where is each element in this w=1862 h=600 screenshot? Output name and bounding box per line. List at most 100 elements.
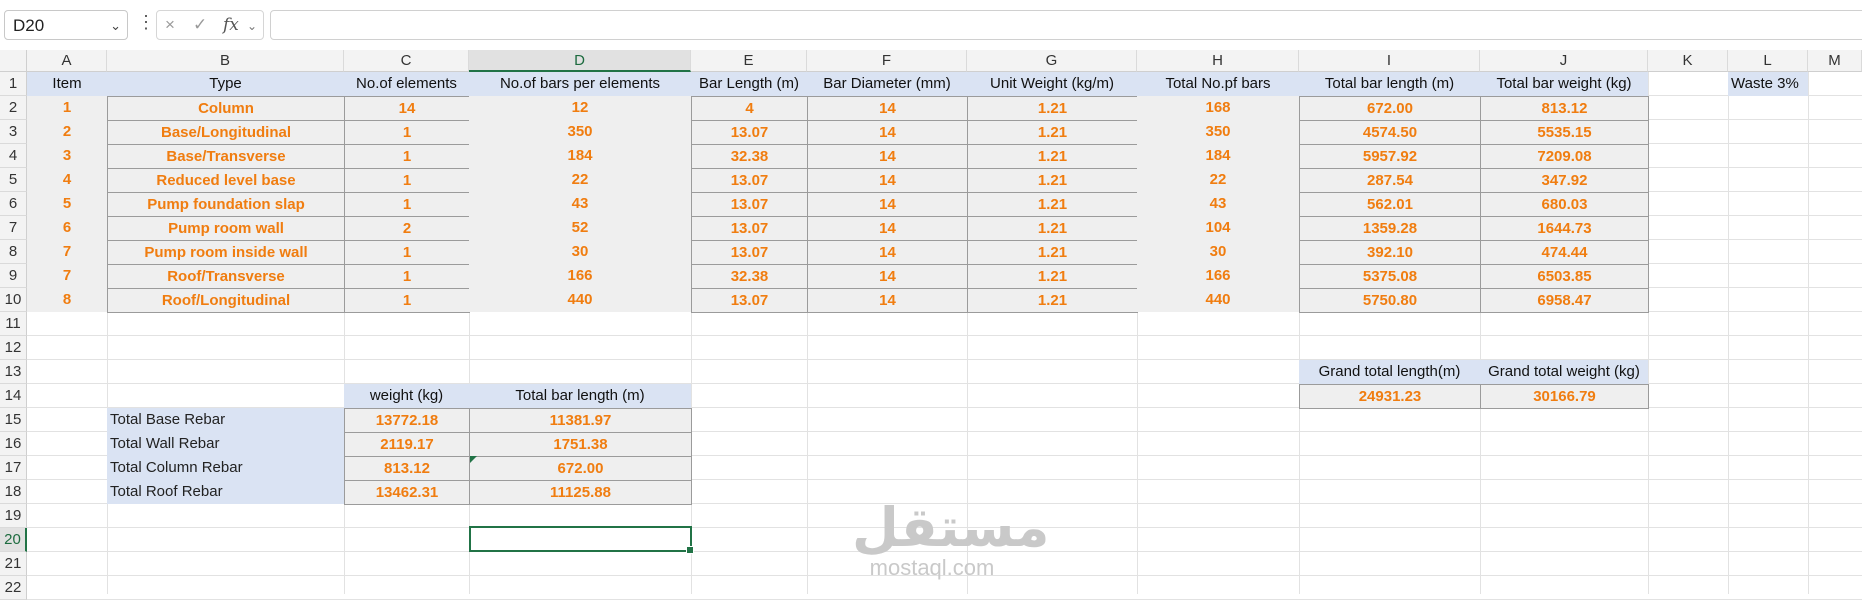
- table-header[interactable]: No.of elements: [344, 72, 469, 96]
- table-cell[interactable]: 1: [344, 264, 470, 289]
- summary-weight[interactable]: 2119.17: [344, 432, 470, 457]
- table-cell[interactable]: 1: [344, 192, 470, 217]
- row-header-5[interactable]: 5: [0, 168, 27, 192]
- column-header-i[interactable]: I: [1299, 50, 1480, 72]
- table-cell[interactable]: 13.07: [691, 168, 808, 193]
- table-cell[interactable]: 5: [27, 192, 107, 216]
- select-all-corner[interactable]: [0, 50, 27, 72]
- table-cell[interactable]: 43: [469, 192, 691, 216]
- formula-input[interactable]: [270, 10, 1862, 40]
- table-cell[interactable]: 13.07: [691, 240, 808, 265]
- table-header[interactable]: Total bar weight (kg): [1480, 72, 1648, 96]
- row-header-9[interactable]: 9: [0, 264, 27, 288]
- summary-label[interactable]: Total Column Rebar: [107, 456, 344, 480]
- column-header-e[interactable]: E: [691, 50, 807, 72]
- table-cell[interactable]: 3: [27, 144, 107, 168]
- table-cell[interactable]: 1.21: [967, 120, 1138, 145]
- table-cell[interactable]: 5750.80: [1299, 288, 1481, 313]
- table-cell[interactable]: 350: [469, 120, 691, 144]
- summary-header[interactable]: weight (kg): [344, 384, 469, 408]
- chevron-down-icon[interactable]: ⌄: [110, 18, 121, 34]
- table-cell[interactable]: 1644.73: [1480, 216, 1649, 241]
- table-header[interactable]: Total No.pf bars: [1137, 72, 1299, 96]
- table-cell[interactable]: 350: [1137, 120, 1299, 144]
- table-header[interactable]: Bar Diameter (mm): [807, 72, 967, 96]
- table-cell[interactable]: 1.21: [967, 288, 1138, 313]
- column-header-m[interactable]: M: [1808, 50, 1862, 72]
- table-cell[interactable]: 1.21: [967, 168, 1138, 193]
- table-cell[interactable]: Roof/Transverse: [107, 264, 345, 289]
- table-cell[interactable]: 392.10: [1299, 240, 1481, 265]
- column-header-j[interactable]: J: [1480, 50, 1648, 72]
- table-cell[interactable]: 32.38: [691, 144, 808, 169]
- cancel-icon[interactable]: ×: [165, 15, 175, 35]
- table-cell[interactable]: Reduced level base: [107, 168, 345, 193]
- grand-total-value[interactable]: 24931.23: [1299, 384, 1481, 409]
- table-cell[interactable]: 4574.50: [1299, 120, 1481, 145]
- summary-weight[interactable]: 13772.18: [344, 408, 470, 433]
- table-cell[interactable]: Pump foundation slap: [107, 192, 345, 217]
- column-header-f[interactable]: F: [807, 50, 967, 72]
- table-cell[interactable]: 474.44: [1480, 240, 1649, 265]
- summary-label[interactable]: Total Wall Rebar: [107, 432, 344, 456]
- summary-length[interactable]: 11125.88: [469, 480, 692, 505]
- table-cell[interactable]: 1.21: [967, 96, 1138, 121]
- row-header-14[interactable]: 14: [0, 384, 27, 408]
- table-cell[interactable]: 43: [1137, 192, 1299, 216]
- row-header-21[interactable]: 21: [0, 552, 27, 576]
- name-box[interactable]: D20 ⌄: [4, 10, 128, 40]
- row-header-3[interactable]: 3: [0, 120, 27, 144]
- table-cell[interactable]: 13.07: [691, 120, 808, 145]
- table-cell[interactable]: 813.12: [1480, 96, 1649, 121]
- table-cell[interactable]: 1: [344, 120, 470, 145]
- row-header-2[interactable]: 2: [0, 96, 27, 120]
- table-cell[interactable]: Pump room inside wall: [107, 240, 345, 265]
- column-header-c[interactable]: C: [344, 50, 469, 72]
- table-cell[interactable]: 184: [469, 144, 691, 168]
- row-header-18[interactable]: 18: [0, 480, 27, 504]
- table-cell[interactable]: 5957.92: [1299, 144, 1481, 169]
- row-header-7[interactable]: 7: [0, 216, 27, 240]
- table-cell[interactable]: 6503.85: [1480, 264, 1649, 289]
- table-cell[interactable]: 14: [807, 192, 968, 217]
- column-header-a[interactable]: A: [27, 50, 107, 72]
- table-cell[interactable]: 1: [344, 144, 470, 169]
- table-cell[interactable]: 52: [469, 216, 691, 240]
- grand-total-header[interactable]: Grand total length(m): [1299, 360, 1480, 384]
- table-cell[interactable]: 14: [807, 216, 968, 241]
- table-cell[interactable]: 8: [27, 288, 107, 312]
- more-options-icon[interactable]: ⋮: [137, 12, 155, 33]
- table-cell[interactable]: 2: [344, 216, 470, 241]
- table-cell[interactable]: 2: [27, 120, 107, 144]
- table-cell[interactable]: 347.92: [1480, 168, 1649, 193]
- row-header-11[interactable]: 11: [0, 312, 27, 336]
- summary-label[interactable]: Total Roof Rebar: [107, 480, 344, 504]
- table-header[interactable]: Unit Weight (kg/m): [967, 72, 1137, 96]
- row-header-16[interactable]: 16: [0, 432, 27, 456]
- table-cell[interactable]: 14: [807, 96, 968, 121]
- table-cell[interactable]: 22: [1137, 168, 1299, 192]
- table-header[interactable]: Item: [27, 72, 107, 96]
- table-cell[interactable]: Pump room wall: [107, 216, 345, 241]
- column-header-g[interactable]: G: [967, 50, 1137, 72]
- row-header-22[interactable]: 22: [0, 576, 27, 600]
- table-cell[interactable]: 14: [807, 144, 968, 169]
- table-cell[interactable]: Roof/Longitudinal: [107, 288, 345, 313]
- table-cell[interactable]: 1.21: [967, 192, 1138, 217]
- table-cell[interactable]: 562.01: [1299, 192, 1481, 217]
- table-cell[interactable]: 12: [469, 96, 691, 120]
- table-cell[interactable]: 1.21: [967, 264, 1138, 289]
- column-header-l[interactable]: L: [1728, 50, 1808, 72]
- table-cell[interactable]: 14: [807, 288, 968, 313]
- grand-total-header[interactable]: Grand total weight (kg): [1480, 360, 1648, 384]
- table-cell[interactable]: Base/Transverse: [107, 144, 345, 169]
- summary-length[interactable]: 672.00: [469, 456, 692, 481]
- table-cell[interactable]: 30: [1137, 240, 1299, 264]
- table-cell[interactable]: 14: [344, 96, 470, 121]
- summary-header[interactable]: Total bar length (m): [469, 384, 691, 408]
- table-cell[interactable]: 1.21: [967, 216, 1138, 241]
- table-cell[interactable]: 1: [344, 240, 470, 265]
- waste-label[interactable]: Waste 3%: [1728, 72, 1808, 96]
- summary-weight[interactable]: 813.12: [344, 456, 470, 481]
- table-header[interactable]: Type: [107, 72, 344, 96]
